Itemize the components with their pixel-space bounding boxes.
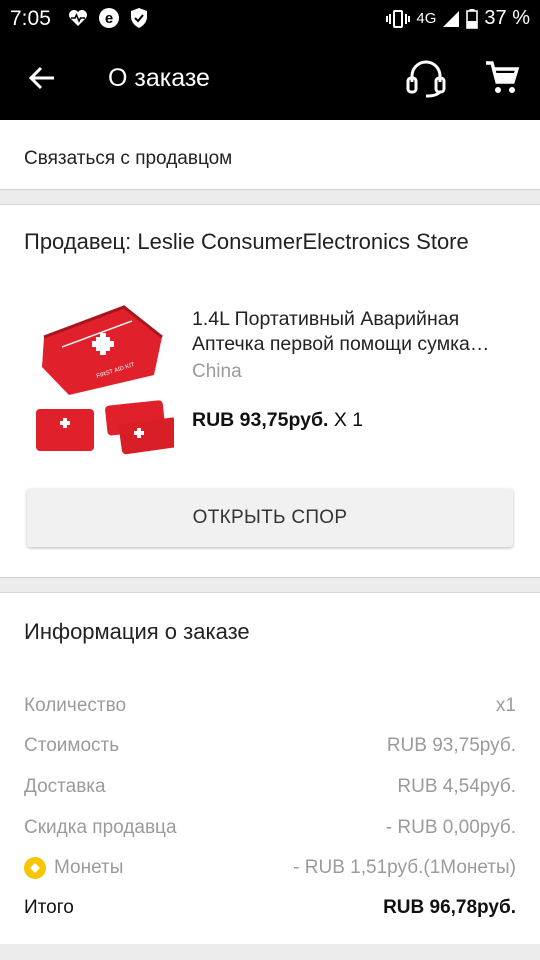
heart-pulse-icon [69,10,87,26]
cart-icon[interactable] [484,60,520,96]
product-image[interactable]: FIRST AID KIT [24,297,174,457]
vibrate-icon [386,9,411,28]
coins-label-group: Монеты [24,857,123,879]
contact-seller-label: Связаться с продавцом [24,148,233,169]
row-label: Стоимость [24,735,120,756]
product-price: RUB 93,75руб. [192,409,329,431]
battery-icon [466,8,479,29]
e-badge-icon: e [99,8,119,28]
row-label: Количество [24,695,127,716]
row-label: Доставка [24,776,106,797]
battery-percent: 37 % [484,7,530,29]
shield-icon [131,8,147,28]
network-type: 4G [416,10,437,27]
status-time: 7:05 [10,7,51,30]
total-value: RUB 96,78руб. [383,897,516,918]
product-name[interactable]: 1.4L Портативный Аварийная Аптечка перво… [192,307,520,357]
order-info-card: Информация о заказе Количество x1 Стоимо… [0,592,540,944]
status-icons-right: 4G 37 % [386,7,530,30]
status-icons-left: e [68,7,148,29]
row-label: Монеты [54,857,124,878]
row-value: RUB 4,54руб. [397,776,516,797]
product-origin: China [192,361,242,382]
row-value: - RUB 1,51руб.(1Монеты) [293,857,516,878]
page-title: О заказе [108,64,210,92]
open-dispute-button[interactable]: ОТКРЫТЬ СПОР [27,489,513,547]
product-quantity: X 1 [333,409,364,431]
order-row-quantity: Количество x1 [24,695,516,721]
back-arrow-icon[interactable] [26,62,58,94]
product-price-row: RUB 93,75руб. X 1 [192,409,363,432]
product-name-line1: 1.4L Портативный Аварийная [192,308,460,330]
contact-seller-row[interactable]: Связаться с продавцом [0,120,540,190]
row-label: Скидка продавца [24,817,177,838]
app-bar: О заказе [0,38,540,120]
order-row-coins: Монеты - RUB 1,51руб.(1Монеты) [24,857,516,883]
row-value: - RUB 0,00руб. [385,817,516,838]
row-value: RUB 93,75руб. [386,735,516,756]
order-row-shipping: Доставка RUB 4,54руб. [24,776,516,802]
status-bar: 7:05 e 4G 37 % [0,0,540,38]
order-row-cost: Стоимость RUB 93,75руб. [24,735,516,761]
order-row-total: Итого RUB 96,78руб. [24,897,516,923]
total-label: Итого [24,897,74,918]
row-value: x1 [495,695,516,716]
seller-name[interactable]: Продавец: Leslie ConsumerElectronics Sto… [24,229,469,255]
signal-icon [443,10,460,27]
order-info-title: Информация о заказе [24,619,250,644]
support-headset-icon[interactable] [404,58,448,98]
seller-product-card: Продавец: Leslie ConsumerElectronics Sto… [0,204,540,578]
order-row-seller-discount: Скидка продавца - RUB 0,00руб. [24,817,516,843]
coin-icon [24,857,46,879]
svg-text:e: e [105,10,113,27]
product-name-line2: Аптечка первой помощи сумка… [192,333,490,355]
